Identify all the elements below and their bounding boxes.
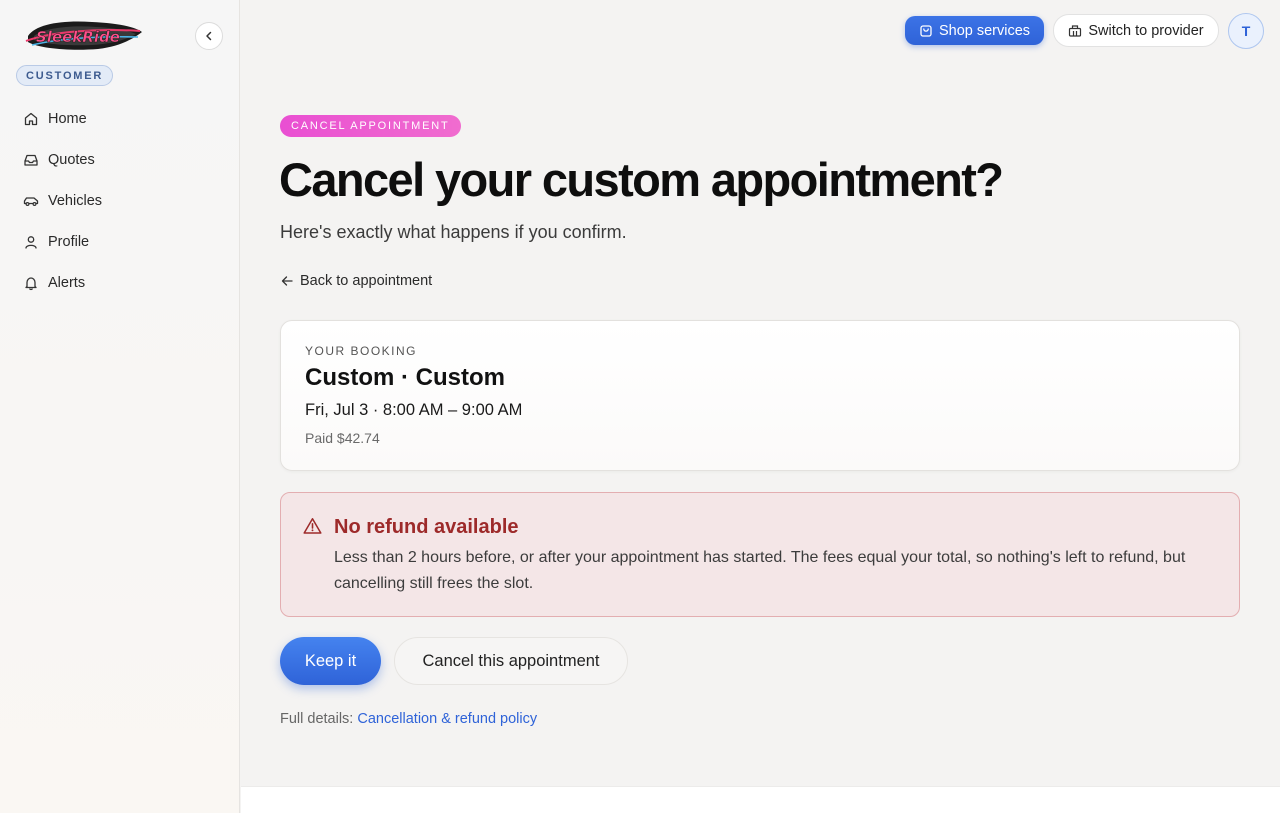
- sidebar-item-label: Quotes: [48, 151, 95, 168]
- sidebar-item-label: Home: [48, 110, 87, 127]
- sidebar-nav: Home Quotes Vehicles Profile Alerts: [14, 98, 226, 303]
- avatar[interactable]: T: [1228, 13, 1264, 49]
- policy-details: Full details: Cancellation & refund poli…: [280, 711, 537, 727]
- switch-to-provider-button[interactable]: Switch to provider: [1053, 14, 1219, 47]
- alert-title: No refund available: [334, 516, 519, 538]
- sidebar-item-label: Vehicles: [48, 192, 103, 209]
- sidebar-item-home[interactable]: Home: [14, 98, 226, 139]
- warning-icon: [303, 517, 322, 540]
- switch-to-provider-label: Switch to provider: [1088, 22, 1204, 39]
- no-refund-alert: No refund available Less than 2 hours be…: [280, 492, 1240, 617]
- booking-time: Fri, Jul 3 · 8:00 AM – 9:00 AM: [305, 401, 523, 419]
- store-icon: [1068, 24, 1082, 38]
- cancellation-policy-link[interactable]: Cancellation & refund policy: [357, 711, 537, 727]
- shopping-bag-icon: [919, 24, 933, 38]
- sidebar: SleekRide CUSTOMER Home Quotes Vehicles: [0, 0, 240, 813]
- shop-services-label: Shop services: [938, 22, 1031, 39]
- chevron-left-icon: [203, 30, 215, 42]
- arrow-left-icon: [280, 274, 294, 288]
- home-icon: [22, 110, 40, 128]
- sidebar-item-label: Profile: [48, 233, 90, 250]
- car-icon: [22, 192, 40, 210]
- shop-services-button[interactable]: Shop services: [905, 16, 1044, 45]
- user-icon: [22, 233, 40, 251]
- booking-paid-amount: Paid $42.74: [305, 430, 380, 446]
- page-title: Cancel your custom appointment?: [279, 153, 1004, 206]
- booking-service-title: Custom · Custom: [305, 364, 505, 391]
- svg-text:SleekRide: SleekRide: [36, 28, 120, 46]
- booking-card: YOUR BOOKING Custom · Custom Fri, Jul 3 …: [280, 320, 1240, 471]
- sidebar-item-label: Alerts: [48, 274, 86, 291]
- back-link-label: Back to appointment: [300, 273, 433, 289]
- footer-band: [241, 786, 1280, 813]
- keep-appointment-button[interactable]: Keep it: [280, 637, 381, 685]
- page-eyebrow: CANCEL APPOINTMENT: [280, 115, 461, 137]
- sleekride-logo[interactable]: SleekRide: [22, 16, 144, 56]
- sidebar-item-quotes[interactable]: Quotes: [14, 139, 226, 180]
- collapse-sidebar-button[interactable]: [195, 22, 223, 50]
- cancel-appointment-button[interactable]: Cancel this appointment: [394, 637, 628, 685]
- role-badge: CUSTOMER: [16, 65, 114, 86]
- inbox-icon: [22, 151, 40, 169]
- policy-details-prefix: Full details:: [280, 711, 354, 727]
- booking-card-label: YOUR BOOKING: [305, 344, 418, 358]
- back-to-appointment-link[interactable]: Back to appointment: [280, 273, 432, 289]
- sidebar-item-vehicles[interactable]: Vehicles: [14, 180, 226, 221]
- page-subtitle: Here's exactly what happens if you confi…: [280, 222, 627, 242]
- sidebar-item-profile[interactable]: Profile: [14, 221, 226, 262]
- sidebar-item-alerts[interactable]: Alerts: [14, 262, 226, 303]
- alert-body: Less than 2 hours before, or after your …: [334, 549, 1186, 592]
- bell-icon: [22, 274, 40, 292]
